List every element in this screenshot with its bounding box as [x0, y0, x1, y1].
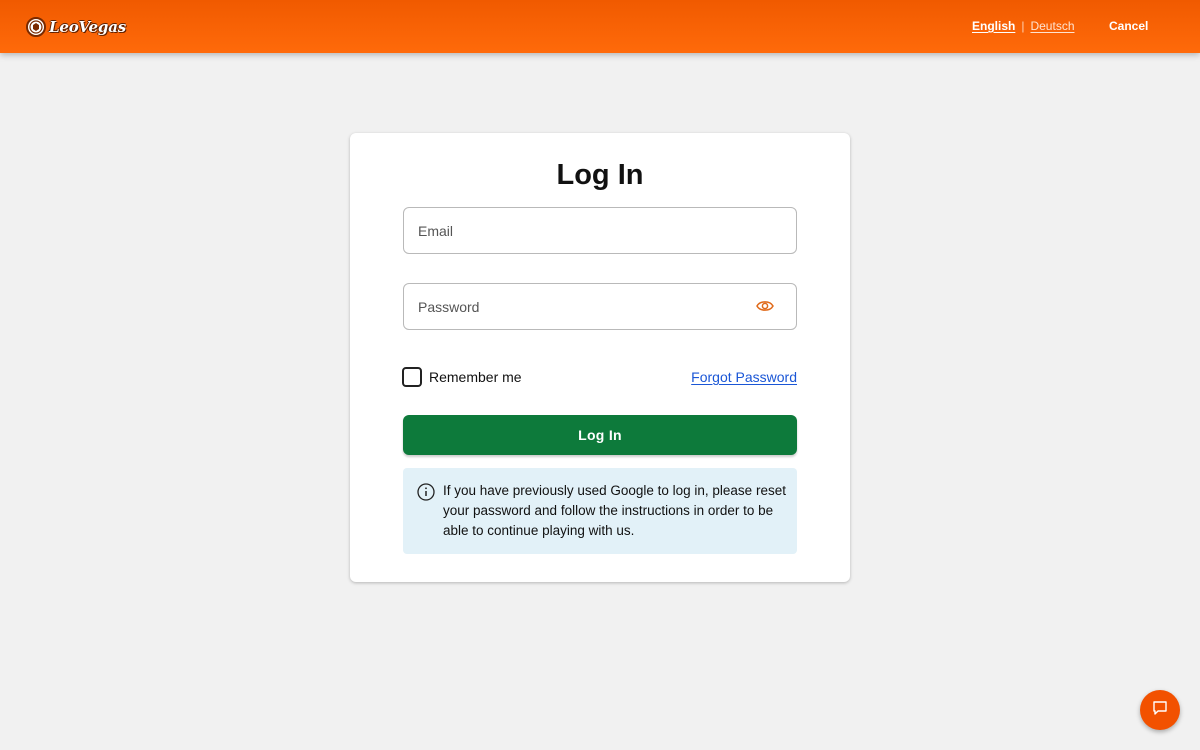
info-notice: If you have previously used Google to lo… — [403, 468, 797, 554]
language-english-link[interactable]: English — [972, 19, 1015, 33]
remember-me[interactable]: Remember me — [402, 367, 522, 387]
remember-me-label: Remember me — [429, 369, 522, 385]
top-bar: LeoVegas English | Deutsch Cancel — [0, 0, 1200, 53]
chat-bubble-icon — [1152, 700, 1168, 721]
leovegas-logo[interactable]: LeoVegas — [26, 15, 126, 39]
logo-text: LeoVegas — [49, 18, 126, 36]
language-deutsch-link[interactable]: Deutsch — [1030, 19, 1074, 33]
password-field[interactable] — [403, 283, 797, 330]
forgot-password-link[interactable]: Forgot Password — [691, 369, 797, 385]
language-separator: | — [1021, 19, 1025, 33]
chat-button[interactable] — [1140, 690, 1180, 730]
password-input[interactable] — [418, 284, 738, 329]
login-card: Log In Remember me Forgot Password Log I… — [350, 133, 850, 582]
email-field[interactable] — [403, 207, 797, 254]
page-title: Log In — [556, 159, 644, 191]
remember-me-checkbox[interactable] — [402, 367, 422, 387]
info-text: If you have previously used Google to lo… — [443, 483, 786, 538]
login-button[interactable]: Log In — [403, 415, 797, 455]
cancel-button[interactable]: Cancel — [1109, 19, 1148, 33]
info-icon — [417, 483, 435, 501]
eye-icon[interactable] — [756, 299, 774, 313]
lion-icon — [26, 17, 46, 37]
language-switcher: English | Deutsch — [972, 19, 1075, 33]
email-input[interactable] — [418, 208, 738, 253]
